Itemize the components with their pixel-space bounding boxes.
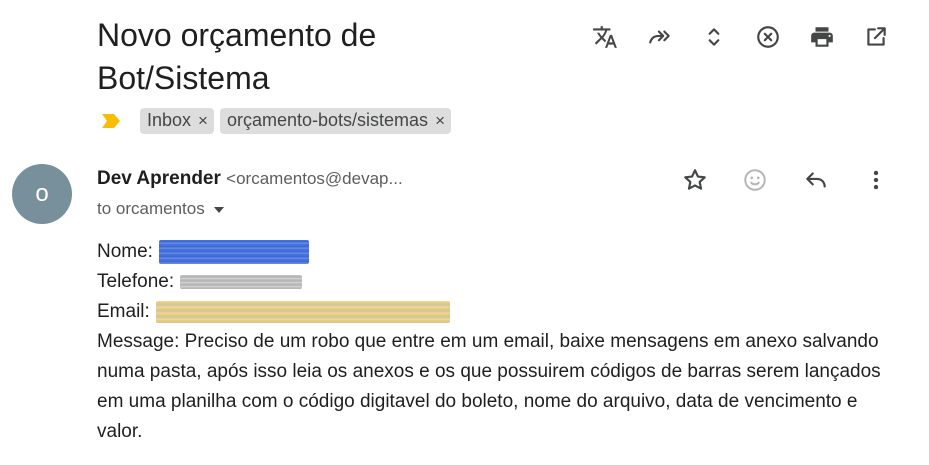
more-options-icon[interactable] — [858, 162, 894, 198]
remove-label-icon[interactable]: × — [198, 111, 208, 131]
name-label: Nome: — [97, 241, 153, 262]
sender-name[interactable]: Dev Aprender — [97, 168, 221, 189]
label-chip-text: Inbox — [147, 110, 192, 130]
importance-marker-icon[interactable] — [100, 112, 122, 130]
email-label: Email: — [97, 301, 150, 322]
redacted-email — [155, 301, 450, 323]
phone-label: Telefone: — [97, 271, 175, 292]
add-reaction-icon[interactable] — [737, 162, 773, 198]
redacted-phone — [180, 275, 303, 289]
close-circle-icon[interactable] — [750, 19, 786, 55]
message-text: Message: Preciso de um robo que entre em… — [97, 331, 881, 442]
reply-icon[interactable] — [798, 162, 834, 198]
label-chip-inbox: Inbox × — [140, 107, 214, 134]
remove-label-icon[interactable]: × — [435, 111, 445, 131]
print-icon[interactable] — [804, 19, 840, 55]
avatar[interactable]: o — [12, 164, 72, 224]
email-subject: Novo orçamento de Bot/Sistema — [97, 17, 377, 96]
star-icon[interactable] — [677, 162, 713, 198]
translate-icon[interactable] — [587, 19, 623, 55]
sender-email: <orcamentos@devap... — [226, 169, 403, 188]
phone-field-row: Telefone: — [97, 267, 897, 297]
redacted-name — [158, 240, 309, 264]
label-row: Inbox × orçamento-bots/sistemas × — [100, 107, 457, 134]
label-chip-text: orçamento-bots/sistemas — [226, 110, 429, 130]
expand-collapse-icon[interactable] — [696, 19, 732, 55]
forward-all-icon[interactable] — [642, 19, 678, 55]
chevron-down-icon — [213, 207, 224, 213]
recipients-toggle[interactable]: to orcamentos — [97, 199, 224, 219]
recipients-text: to orcamentos — [97, 199, 205, 218]
name-field-row: Nome: — [97, 237, 897, 267]
message-body: Nome: Telefone: Email: Message: Preciso … — [97, 237, 897, 447]
open-new-window-icon[interactable] — [858, 19, 894, 55]
label-chip-orcamento: orçamento-bots/sistemas × — [219, 107, 451, 134]
sender-line: Dev Aprender <orcamentos@devap... — [97, 168, 403, 190]
email-field-row: Email: — [97, 297, 897, 327]
